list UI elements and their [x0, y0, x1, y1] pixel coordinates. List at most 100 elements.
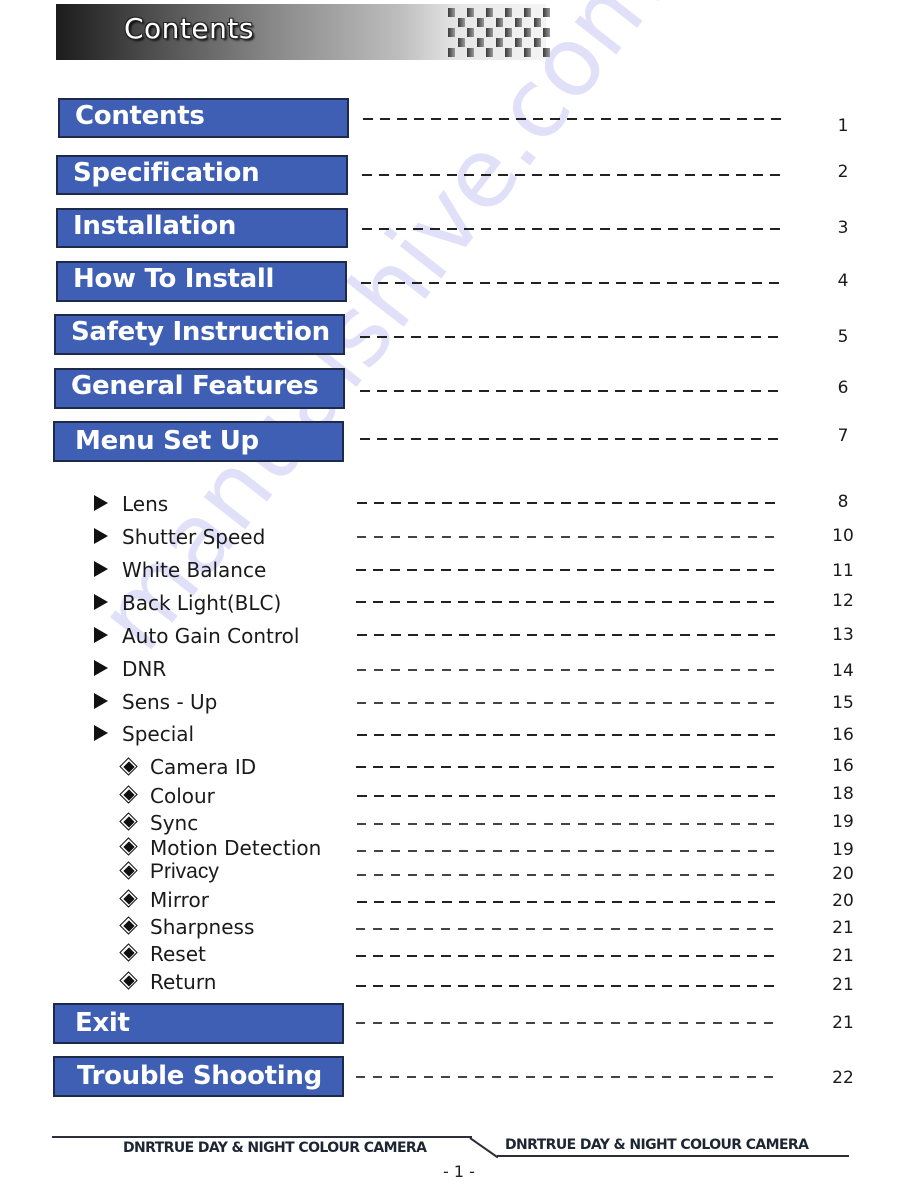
checker-block [543, 28, 550, 37]
section-label: How To Install [73, 264, 275, 294]
checker-block [486, 28, 493, 37]
checker-block [534, 38, 541, 47]
dotted-leader [356, 601, 781, 603]
subsection-label: DNR [122, 657, 167, 681]
checker-block [543, 48, 550, 57]
dotted-leader [356, 955, 781, 957]
checker-block [524, 28, 531, 37]
page-number: 3 [837, 218, 849, 238]
checker-block [496, 18, 503, 27]
page-number: 13 [832, 625, 854, 645]
diamond-bullet-icon [119, 971, 139, 991]
diamond-bullet-icon [119, 785, 139, 805]
subsection-label: Sharpness [150, 915, 255, 939]
diamond-bullet-icon [119, 812, 139, 832]
section-label: Specification [73, 158, 260, 188]
page-number: 19 [832, 812, 854, 832]
checker-block [477, 18, 484, 27]
dotted-leader [357, 734, 781, 736]
page-number: 4 [837, 271, 849, 291]
page-number: 6 [837, 378, 849, 398]
triangle-bullet-icon [94, 561, 108, 577]
subsection-label: Shutter Speed [122, 525, 266, 549]
page-number: 21 [832, 918, 854, 938]
dotted-leader [356, 569, 781, 571]
section-box: Trouble Shooting [53, 1056, 344, 1097]
dotted-leader [362, 174, 781, 176]
footer-rule-right [497, 1155, 849, 1157]
subsection-label: Sens - Up [122, 690, 218, 714]
section-box: How To Install [56, 261, 347, 302]
triangle-bullet-icon [94, 495, 108, 511]
page-number: 1 [837, 116, 849, 136]
checker-block [515, 18, 522, 27]
page-number: 18 [832, 784, 854, 804]
page-number: 7 [837, 426, 849, 446]
diamond-bullet-icon [119, 916, 139, 936]
triangle-bullet-icon [94, 594, 108, 610]
page-number: 21 [832, 975, 854, 995]
page-number: 2 [837, 162, 849, 182]
section-box: Contents [58, 98, 349, 138]
dotted-leader [360, 438, 781, 440]
footer-rule-slant [469, 1137, 499, 1159]
checker-block [458, 38, 465, 47]
dotted-leader [360, 390, 781, 392]
checker-block [448, 28, 455, 37]
section-box: Installation [56, 208, 348, 248]
subsection-label: White Balance [122, 558, 267, 582]
checker-block [524, 8, 531, 17]
checker-block [467, 8, 474, 17]
diamond-bullet-icon [119, 861, 139, 881]
page-number-footer: - 1 - [443, 1162, 475, 1181]
dotted-leader [357, 901, 781, 903]
page-number: 14 [832, 661, 854, 681]
footer-rule-left [52, 1136, 472, 1138]
section-label: Safety Instruction [71, 317, 330, 347]
checker-block [515, 38, 522, 47]
subsection-label: Back Light(BLC) [122, 591, 282, 615]
dotted-leader [356, 1076, 781, 1078]
triangle-bullet-icon [94, 693, 108, 709]
page-number: 20 [832, 891, 854, 911]
footer-product-title-left: DNRTRUE DAY & NIGHT COLOUR CAMERA [123, 1140, 427, 1156]
subsection-label: Motion Detection [150, 836, 322, 860]
page-number: 12 [832, 591, 854, 611]
subsection-label: Reset [150, 942, 206, 966]
dotted-leader [361, 282, 781, 284]
dotted-leader [356, 1022, 781, 1024]
checker-block [467, 28, 474, 37]
diamond-bullet-icon [119, 837, 139, 857]
section-box: Menu Set Up [53, 421, 344, 462]
checker-block [543, 8, 550, 17]
section-label: General Features [71, 371, 319, 401]
dotted-leader [356, 985, 781, 987]
checker-pattern-decoration [436, 6, 550, 60]
checker-block [505, 48, 512, 57]
section-box: Specification [56, 155, 348, 195]
dotted-leader [357, 702, 781, 704]
section-box: General Features [54, 368, 345, 409]
triangle-bullet-icon [94, 725, 108, 741]
checker-block [448, 8, 455, 17]
subsection-label: Sync [150, 811, 199, 835]
section-box: Exit [53, 1003, 344, 1044]
checker-block [458, 18, 465, 27]
dotted-leader [357, 874, 781, 876]
dotted-leader [357, 850, 781, 852]
dotted-leader [357, 634, 781, 636]
section-label: Menu Set Up [75, 426, 259, 456]
section-label: Exit [75, 1008, 130, 1038]
checker-block [534, 18, 541, 27]
subsection-label: Colour [150, 784, 215, 808]
dotted-leader [357, 669, 781, 671]
dotted-leader [360, 336, 781, 338]
header-banner: Contents [56, 4, 550, 60]
dotted-leader [356, 928, 781, 930]
page-number: 21 [832, 1013, 854, 1033]
dotted-leader [357, 536, 781, 538]
page-number: 21 [832, 946, 854, 966]
page-number: 16 [832, 756, 854, 776]
page-number: 16 [832, 725, 854, 745]
dotted-leader [357, 823, 781, 825]
